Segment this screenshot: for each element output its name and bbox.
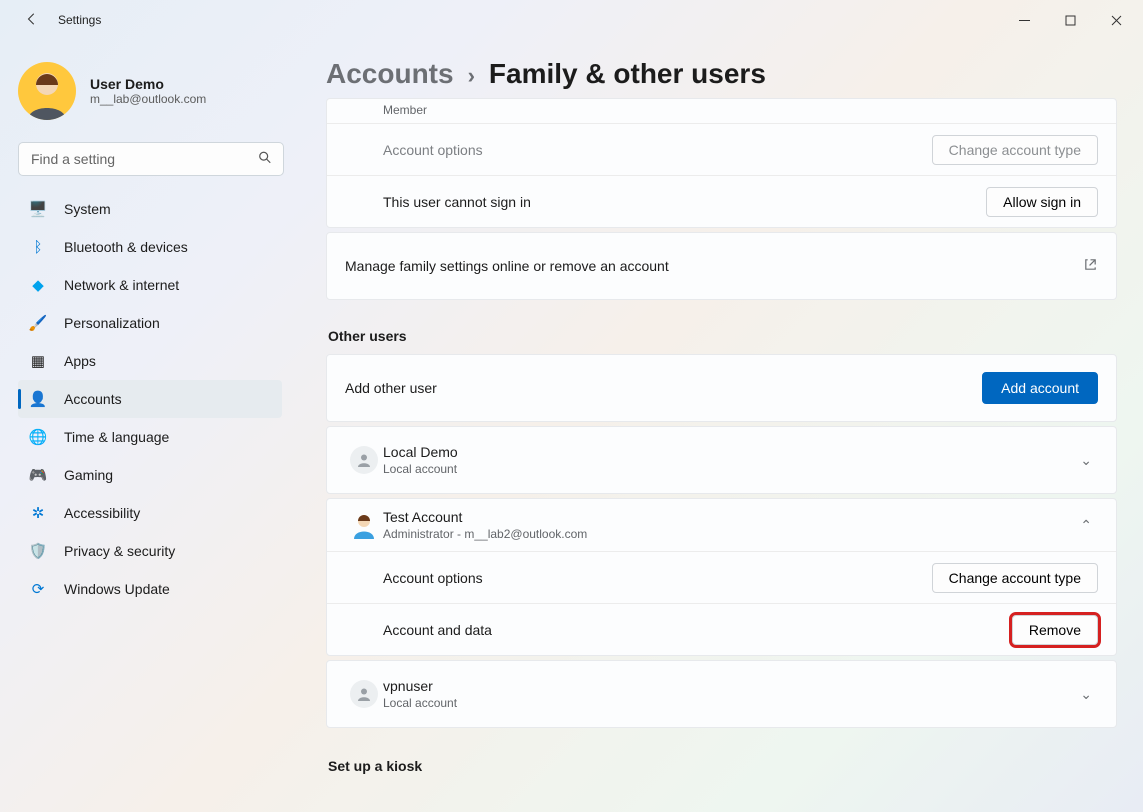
user-row-header[interactable]: Test Account Administrator - m__lab2@out… [327,499,1116,551]
nav-label: Time & language [64,429,169,445]
gaming-icon: 🎮 [28,465,48,485]
user-name: User Demo [90,76,206,92]
nav-label: Accounts [64,391,122,407]
nav-label: System [64,201,111,217]
open-external-icon [1083,257,1098,275]
nav-personalization[interactable]: 🖌️ Personalization [18,304,282,342]
user-row-test-account: Test Account Administrator - m__lab2@out… [326,498,1117,656]
user-avatar [18,62,76,120]
member-role: Member [383,103,1098,117]
nav-label: Personalization [64,315,160,331]
nav-privacy[interactable]: 🛡️ Privacy & security [18,532,282,570]
titlebar: Settings [0,0,1143,40]
nav-time[interactable]: 🌐 Time & language [18,418,282,456]
search-wrap [18,142,284,176]
window-title: Settings [58,13,101,27]
chevron-up-icon: ⌃ [1074,517,1098,534]
nav-label: Privacy & security [64,543,175,559]
nav-accounts[interactable]: 👤 Accounts [18,380,282,418]
nav-network[interactable]: ◆ Network & internet [18,266,282,304]
sidebar: User Demo m__lab@outlook.com 🖥️ System ᛒB… [0,40,300,812]
close-button[interactable] [1093,4,1139,36]
minimize-button[interactable] [1001,4,1047,36]
breadcrumb-current: Family & other users [489,58,766,90]
nav-apps[interactable]: ▦ Apps [18,342,282,380]
user-name-label: Local Demo [383,444,1074,460]
search-input[interactable] [18,142,284,176]
accessibility-icon: ✲ [28,503,48,523]
user-email: m__lab@outlook.com [90,92,206,106]
chevron-down-icon: ⌄ [1074,452,1098,469]
manage-family-online-row[interactable]: Manage family settings online or remove … [326,232,1117,300]
other-users-title: Other users [328,328,1117,344]
nav-label: Bluetooth & devices [64,239,188,255]
back-button[interactable] [18,12,46,29]
chevron-down-icon: ⌄ [1074,686,1098,703]
remove-button[interactable]: Remove [1012,615,1098,645]
network-icon: ◆ [28,275,48,295]
account-options-label: Account options [383,570,932,586]
nav-update[interactable]: ⟳ Windows Update [18,570,282,608]
system-icon: 🖥️ [28,199,48,219]
maximize-button[interactable] [1047,4,1093,36]
user-sub-label: Local account [383,696,1074,710]
chevron-right-icon: › [468,63,475,89]
nav-accessibility[interactable]: ✲ Accessibility [18,494,282,532]
change-account-type-button[interactable]: Change account type [932,563,1098,593]
time-icon: 🌐 [28,427,48,447]
nav-gaming[interactable]: 🎮 Gaming [18,456,282,494]
privacy-icon: 🛡️ [28,541,48,561]
nav-label: Windows Update [64,581,170,597]
user-row-local-demo[interactable]: Local Demo Local account ⌄ [326,426,1117,494]
change-account-type-button[interactable]: Change account type [932,135,1098,165]
main: Accounts › Family & other users Member A… [300,40,1143,812]
nav-system[interactable]: 🖥️ System [18,190,282,228]
breadcrumb-parent[interactable]: Accounts [326,58,454,90]
nav-label: Accessibility [64,505,140,521]
user-name-label: Test Account [383,509,1074,525]
user-sub-label: Local account [383,462,1074,476]
bluetooth-icon: ᛒ [28,237,48,257]
add-other-user-label: Add other user [345,380,982,396]
nav-label: Apps [64,353,96,369]
nav-list: 🖥️ System ᛒ Bluetooth & devices ◆ Network &… [18,190,292,608]
personalization-icon: 🖌️ [28,313,48,333]
nav-bluetooth[interactable]: ᛒ Bluetooth & devices [18,228,282,266]
update-icon: ⟳ [28,579,48,599]
accounts-icon: 👤 [28,389,48,409]
nav-label: Network & internet [64,277,179,293]
user-avatar-small [345,511,383,539]
user-block[interactable]: User Demo m__lab@outlook.com [18,62,292,120]
user-name-label: vpnuser [383,678,1074,694]
user-avatar-small [345,446,383,474]
apps-icon: ▦ [28,351,48,371]
add-other-user-row: Add other user Add account [326,354,1117,422]
family-member-card: Member Account options Change account ty… [326,98,1117,228]
user-avatar-small [345,680,383,708]
nav-label: Gaming [64,467,113,483]
breadcrumb: Accounts › Family & other users [326,58,1117,90]
account-and-data-label: Account and data [383,622,1012,638]
manage-family-label: Manage family settings online or remove … [345,258,1083,274]
user-sub-label: Administrator - m__lab2@outlook.com [383,527,1074,541]
account-options-label: Account options [383,142,932,158]
cannot-signin-label: This user cannot sign in [383,194,986,210]
add-account-button[interactable]: Add account [982,372,1098,404]
allow-signin-button[interactable]: Allow sign in [986,187,1098,217]
kiosk-section-title: Set up a kiosk [328,758,1117,774]
user-row-vpnuser[interactable]: vpnuser Local account ⌄ [326,660,1117,728]
